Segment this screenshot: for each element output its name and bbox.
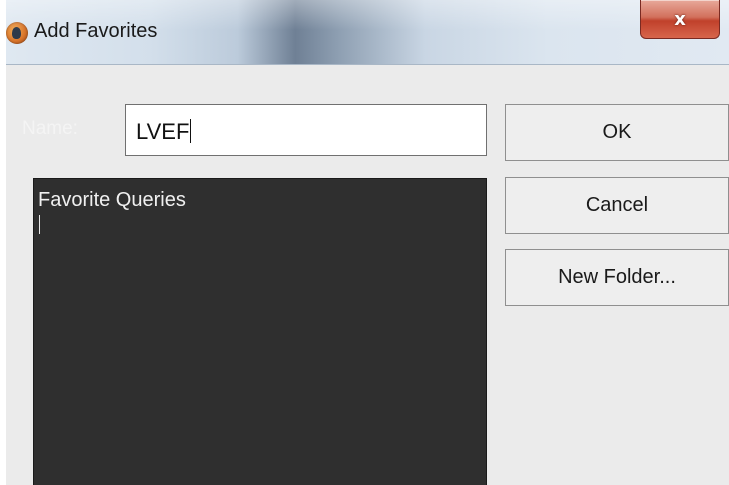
name-input[interactable]: LVEF xyxy=(125,104,487,156)
tree-caret xyxy=(39,215,40,234)
title-bar[interactable]: Add Favorites x xyxy=(6,0,729,65)
close-icon: x xyxy=(674,8,686,30)
app-icon xyxy=(6,22,28,44)
favorites-tree[interactable]: Favorite Queries xyxy=(33,178,487,485)
name-input-value: LVEF xyxy=(136,119,190,144)
add-favorites-dialog: Add Favorites x Name: LVEF OK Cancel New… xyxy=(6,0,729,485)
name-label: Name: xyxy=(22,118,78,139)
ok-button[interactable]: OK xyxy=(505,104,729,161)
text-caret xyxy=(190,119,192,143)
new-folder-button[interactable]: New Folder... xyxy=(505,249,729,306)
close-button[interactable]: x xyxy=(640,0,720,39)
tree-item-favorite-queries[interactable]: Favorite Queries xyxy=(38,189,186,212)
cancel-button[interactable]: Cancel xyxy=(505,177,729,234)
window-title: Add Favorites xyxy=(34,20,158,42)
